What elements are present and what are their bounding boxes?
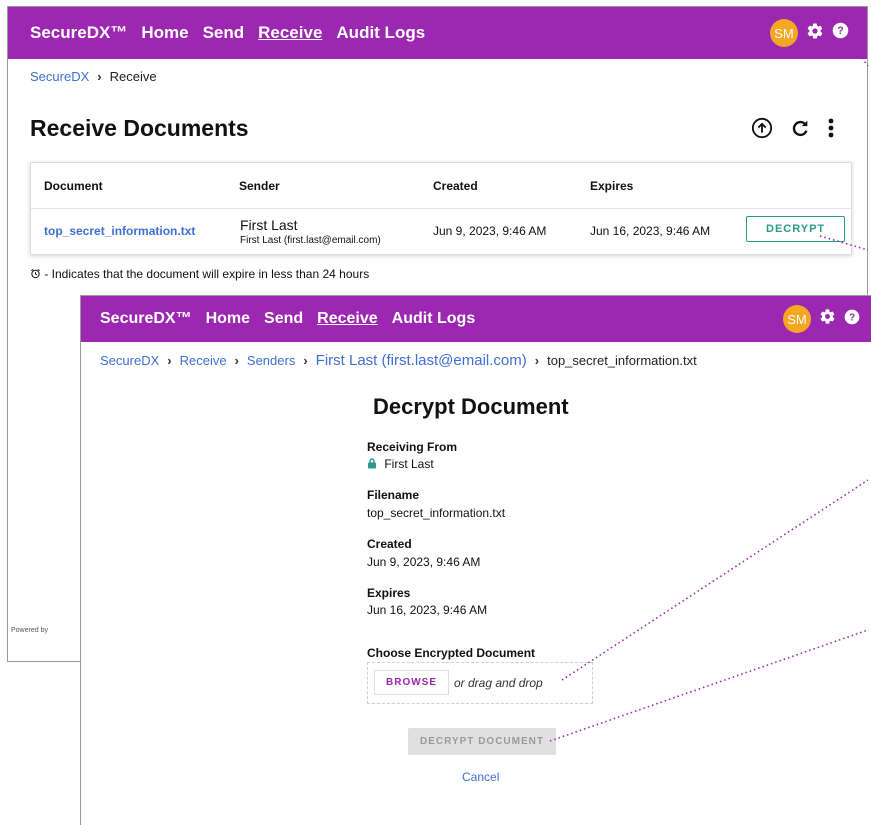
alarm-clock-icon [30, 267, 44, 281]
toolbar-icons: SM ? [783, 296, 860, 342]
gear-icon[interactable] [806, 22, 824, 45]
nav-send[interactable]: Send [203, 23, 245, 43]
nav-send[interactable]: Send [264, 310, 303, 328]
chevron-right-icon: › [234, 353, 239, 368]
page-title: Decrypt Document [373, 394, 569, 419]
toolbar-icons: SM ? [770, 7, 849, 59]
breadcrumb: SecureDX › Receive [8, 59, 867, 84]
top-nav-bar: SecureDX™ Home Send Receive Audit Logs S… [81, 296, 871, 342]
expiry-note: - Indicates that the document will expir… [30, 267, 369, 281]
created-value: Jun 9, 2023, 9:46 AM [367, 555, 481, 569]
nav-audit-logs[interactable]: Audit Logs [392, 310, 476, 328]
column-header-sender[interactable]: Sender [239, 179, 280, 193]
page-actions [751, 117, 835, 144]
nav-audit-logs[interactable]: Audit Logs [336, 23, 425, 43]
created-label: Created [367, 537, 412, 551]
documents-table: Document Sender Created Expires top_secr… [30, 162, 852, 255]
column-header-created[interactable]: Created [433, 179, 478, 193]
breadcrumb: SecureDX › Receive › Senders › First Last (fir… [81, 342, 871, 369]
chevron-right-icon: › [97, 69, 102, 84]
sender-detail: First Last (first.last@email.com) [240, 235, 381, 246]
brand-logo[interactable]: SecureDX™ [100, 310, 192, 328]
chevron-right-icon: › [303, 353, 308, 368]
svg-text:?: ? [849, 312, 855, 323]
column-header-expires[interactable]: Expires [590, 179, 633, 193]
nav-receive[interactable]: Receive [258, 23, 322, 43]
upload-icon[interactable] [751, 117, 773, 144]
powered-by: Powered by [11, 627, 48, 634]
breadcrumb-senders[interactable]: Senders [247, 353, 295, 368]
more-vert-icon[interactable] [827, 117, 835, 144]
page-title: Receive Documents [30, 115, 249, 141]
file-drop-zone[interactable]: BROWSE or drag and drop [367, 662, 593, 704]
drag-drop-hint: or drag and drop [454, 676, 543, 690]
decrypt-document-button[interactable]: DECRYPT DOCUMENT [408, 728, 556, 755]
avatar[interactable]: SM [770, 19, 798, 47]
breadcrumb-securedx[interactable]: SecureDX [100, 353, 159, 368]
expires-value: Jun 16, 2023, 9:46 AM [367, 603, 488, 617]
help-icon[interactable]: ? [832, 22, 849, 44]
table-header: Document Sender Created Expires [31, 163, 851, 209]
created-date: Jun 9, 2023, 9:46 AM [433, 224, 547, 238]
breadcrumb-file: top_secret_information.txt [547, 353, 697, 368]
breadcrumb-receive[interactable]: Receive [180, 353, 227, 368]
expires-date: Jun 16, 2023, 9:46 AM [590, 224, 711, 238]
gear-icon[interactable] [819, 308, 836, 330]
nav-home[interactable]: Home [206, 310, 250, 328]
chevron-right-icon: › [534, 353, 540, 368]
receiving-from-value: First Last [367, 457, 434, 471]
refresh-icon[interactable] [789, 117, 811, 144]
nav-receive[interactable]: Receive [317, 310, 378, 328]
cancel-link[interactable]: Cancel [462, 770, 499, 784]
browse-button[interactable]: BROWSE [374, 670, 449, 695]
breadcrumb-sender[interactable]: First Last (first.last@email.com) [316, 352, 527, 369]
document-link[interactable]: top_secret_information.txt [44, 224, 195, 238]
sender-name: First Last [240, 217, 298, 233]
breadcrumb-receive: Receive [109, 69, 157, 84]
receiving-from-label: Receiving From [367, 440, 458, 454]
sender-name: First Last [384, 457, 434, 471]
table-row: top_secret_information.txt First Last Fi… [31, 209, 851, 254]
lock-icon [367, 457, 384, 471]
svg-text:?: ? [837, 25, 843, 37]
nav-home[interactable]: Home [141, 23, 188, 43]
chevron-right-icon: › [167, 353, 172, 368]
top-nav-bar: SecureDX™ Home Send Receive Audit Logs S… [8, 7, 867, 59]
filename-label: Filename [367, 488, 420, 502]
column-header-document[interactable]: Document [44, 179, 103, 193]
decrypt-window: SecureDX™ Home Send Receive Audit Logs S… [80, 295, 871, 825]
avatar[interactable]: SM [783, 305, 811, 333]
expiry-note-text: - Indicates that the document will expir… [44, 267, 370, 281]
decrypt-button[interactable]: DECRYPT [746, 216, 846, 242]
expires-label: Expires [367, 586, 411, 600]
breadcrumb-securedx[interactable]: SecureDX [30, 69, 89, 84]
help-icon[interactable]: ? [844, 309, 860, 330]
choose-document-label: Choose Encrypted Document [367, 646, 536, 660]
brand-logo[interactable]: SecureDX™ [30, 23, 127, 43]
filename-value: top_secret_information.txt [367, 506, 506, 520]
